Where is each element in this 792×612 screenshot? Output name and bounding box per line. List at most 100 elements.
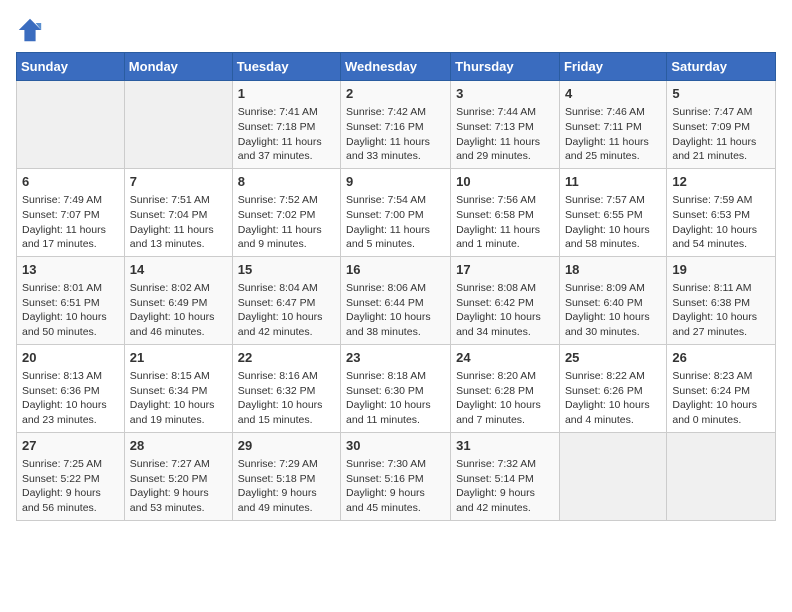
calendar-cell: 10Sunrise: 7:56 AMSunset: 6:58 PMDayligh…	[451, 168, 560, 256]
sunrise-text: Sunrise: 8:23 AM	[672, 370, 752, 382]
day-number: 18	[565, 261, 661, 279]
calendar-cell: 30Sunrise: 7:30 AMSunset: 5:16 PMDayligh…	[341, 432, 451, 520]
calendar-cell	[559, 432, 666, 520]
day-number: 15	[238, 261, 335, 279]
daylight-text: Daylight: 10 hours and 7 minutes.	[456, 399, 541, 426]
day-header: Thursday	[451, 53, 560, 81]
sunrise-text: Sunrise: 8:15 AM	[130, 370, 210, 382]
sunset-text: Sunset: 5:20 PM	[130, 473, 208, 485]
sunrise-text: Sunrise: 7:29 AM	[238, 458, 318, 470]
sunset-text: Sunset: 7:13 PM	[456, 121, 534, 133]
day-number: 12	[672, 173, 770, 191]
day-header: Friday	[559, 53, 666, 81]
day-number: 19	[672, 261, 770, 279]
calendar-cell: 21Sunrise: 8:15 AMSunset: 6:34 PMDayligh…	[124, 344, 232, 432]
sunset-text: Sunset: 7:09 PM	[672, 121, 750, 133]
sunrise-text: Sunrise: 8:16 AM	[238, 370, 318, 382]
page-header	[16, 16, 776, 44]
sunset-text: Sunset: 6:28 PM	[456, 385, 534, 397]
daylight-text: Daylight: 10 hours and 34 minutes.	[456, 311, 541, 338]
calendar-cell: 31Sunrise: 7:32 AMSunset: 5:14 PMDayligh…	[451, 432, 560, 520]
sunset-text: Sunset: 6:30 PM	[346, 385, 424, 397]
sunset-text: Sunset: 6:36 PM	[22, 385, 100, 397]
sunset-text: Sunset: 6:38 PM	[672, 297, 750, 309]
daylight-text: Daylight: 10 hours and 15 minutes.	[238, 399, 323, 426]
day-number: 9	[346, 173, 445, 191]
day-number: 14	[130, 261, 227, 279]
sunset-text: Sunset: 6:55 PM	[565, 209, 643, 221]
sunset-text: Sunset: 6:51 PM	[22, 297, 100, 309]
day-number: 17	[456, 261, 554, 279]
sunrise-text: Sunrise: 7:27 AM	[130, 458, 210, 470]
calendar-cell: 18Sunrise: 8:09 AMSunset: 6:40 PMDayligh…	[559, 256, 666, 344]
logo	[16, 16, 48, 44]
sunrise-text: Sunrise: 7:57 AM	[565, 194, 645, 206]
daylight-text: Daylight: 10 hours and 4 minutes.	[565, 399, 650, 426]
sunrise-text: Sunrise: 7:41 AM	[238, 106, 318, 118]
calendar-cell: 19Sunrise: 8:11 AMSunset: 6:38 PMDayligh…	[667, 256, 776, 344]
sunrise-text: Sunrise: 7:44 AM	[456, 106, 536, 118]
calendar-cell: 23Sunrise: 8:18 AMSunset: 6:30 PMDayligh…	[341, 344, 451, 432]
sunrise-text: Sunrise: 8:01 AM	[22, 282, 102, 294]
calendar-table: SundayMondayTuesdayWednesdayThursdayFrid…	[16, 52, 776, 521]
day-number: 20	[22, 349, 119, 367]
sunrise-text: Sunrise: 7:49 AM	[22, 194, 102, 206]
sunrise-text: Sunrise: 8:09 AM	[565, 282, 645, 294]
sunset-text: Sunset: 6:47 PM	[238, 297, 316, 309]
sunset-text: Sunset: 7:11 PM	[565, 121, 642, 133]
logo-icon	[16, 16, 44, 44]
sunset-text: Sunset: 6:24 PM	[672, 385, 750, 397]
sunset-text: Sunset: 6:26 PM	[565, 385, 643, 397]
daylight-text: Daylight: 11 hours and 9 minutes.	[238, 224, 322, 251]
calendar-cell: 5Sunrise: 7:47 AMSunset: 7:09 PMDaylight…	[667, 81, 776, 169]
sunrise-text: Sunrise: 8:22 AM	[565, 370, 645, 382]
calendar-cell: 14Sunrise: 8:02 AMSunset: 6:49 PMDayligh…	[124, 256, 232, 344]
sunset-text: Sunset: 6:42 PM	[456, 297, 534, 309]
sunset-text: Sunset: 7:02 PM	[238, 209, 316, 221]
daylight-text: Daylight: 9 hours and 53 minutes.	[130, 487, 209, 514]
sunset-text: Sunset: 6:32 PM	[238, 385, 316, 397]
daylight-text: Daylight: 10 hours and 50 minutes.	[22, 311, 107, 338]
daylight-text: Daylight: 11 hours and 29 minutes.	[456, 136, 540, 163]
day-header: Sunday	[17, 53, 125, 81]
sunset-text: Sunset: 5:14 PM	[456, 473, 534, 485]
day-number: 10	[456, 173, 554, 191]
day-number: 11	[565, 173, 661, 191]
day-header: Saturday	[667, 53, 776, 81]
day-number: 3	[456, 85, 554, 103]
day-number: 24	[456, 349, 554, 367]
daylight-text: Daylight: 11 hours and 33 minutes.	[346, 136, 430, 163]
day-number: 1	[238, 85, 335, 103]
daylight-text: Daylight: 11 hours and 37 minutes.	[238, 136, 322, 163]
daylight-text: Daylight: 10 hours and 0 minutes.	[672, 399, 757, 426]
daylight-text: Daylight: 11 hours and 17 minutes.	[22, 224, 106, 251]
calendar-week-row: 6Sunrise: 7:49 AMSunset: 7:07 PMDaylight…	[17, 168, 776, 256]
calendar-cell	[124, 81, 232, 169]
sunset-text: Sunset: 7:00 PM	[346, 209, 424, 221]
day-number: 8	[238, 173, 335, 191]
day-number: 4	[565, 85, 661, 103]
sunrise-text: Sunrise: 8:04 AM	[238, 282, 318, 294]
daylight-text: Daylight: 10 hours and 11 minutes.	[346, 399, 431, 426]
day-number: 22	[238, 349, 335, 367]
sunrise-text: Sunrise: 7:25 AM	[22, 458, 102, 470]
calendar-cell: 28Sunrise: 7:27 AMSunset: 5:20 PMDayligh…	[124, 432, 232, 520]
day-number: 13	[22, 261, 119, 279]
sunrise-text: Sunrise: 7:56 AM	[456, 194, 536, 206]
sunrise-text: Sunrise: 8:06 AM	[346, 282, 426, 294]
daylight-text: Daylight: 10 hours and 42 minutes.	[238, 311, 323, 338]
sunset-text: Sunset: 7:18 PM	[238, 121, 316, 133]
calendar-week-row: 1 Sunrise: 7:41 AM Sunset: 7:18 PM Daylight…	[17, 81, 776, 169]
calendar-cell: 26Sunrise: 8:23 AMSunset: 6:24 PMDayligh…	[667, 344, 776, 432]
sunrise-text: Sunrise: 8:13 AM	[22, 370, 102, 382]
sunset-text: Sunset: 5:16 PM	[346, 473, 424, 485]
day-header: Tuesday	[232, 53, 340, 81]
calendar-week-row: 13 Sunrise: 8:01 AM Sunset: 6:51 PM Dayligh…	[17, 256, 776, 344]
day-number: 25	[565, 349, 661, 367]
daylight-text: Daylight: 10 hours and 58 minutes.	[565, 224, 650, 251]
sunrise-text: Sunrise: 7:54 AM	[346, 194, 426, 206]
daylight-text: Daylight: 10 hours and 46 minutes.	[130, 311, 215, 338]
sunrise-text: Sunrise: 7:51 AM	[130, 194, 210, 206]
calendar-cell: 9Sunrise: 7:54 AMSunset: 7:00 PMDaylight…	[341, 168, 451, 256]
daylight-text: Daylight: 9 hours and 56 minutes.	[22, 487, 101, 514]
